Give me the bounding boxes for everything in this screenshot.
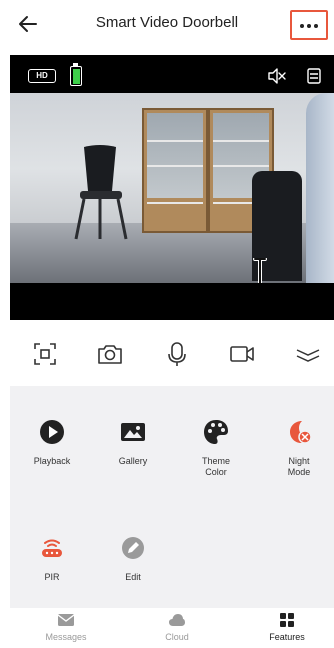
feature-label: Theme Color: [201, 456, 230, 477]
camera-icon: [98, 345, 122, 364]
scene-person: [306, 93, 334, 283]
feature-night-mode[interactable]: Night Mode: [264, 418, 334, 478]
more-dot-icon: [314, 24, 318, 28]
more-options-button[interactable]: [290, 10, 328, 40]
pir-icon: [42, 539, 62, 557]
messages-icon: [57, 614, 75, 626]
feature-pir[interactable]: PIR: [17, 534, 87, 583]
feature-label: Playback: [33, 456, 71, 466]
text-cursor-icon: [253, 258, 267, 283]
storage-list-icon[interactable]: [307, 68, 321, 84]
hd-quality-badge[interactable]: HD: [28, 69, 56, 83]
back-arrow-icon[interactable]: [16, 12, 40, 36]
feature-theme-color[interactable]: Theme Color: [181, 418, 251, 478]
features-grid-icon: [280, 613, 294, 627]
more-dot-icon: [300, 24, 304, 28]
screenshot-frame-button[interactable]: [31, 340, 59, 368]
video-bottom-bar: [10, 283, 334, 320]
feature-label: PIR: [44, 572, 60, 582]
nav-messages[interactable]: Messages: [21, 612, 111, 642]
edit-icon: [122, 537, 144, 559]
nav-label: Features: [269, 632, 305, 642]
gallery-icon: [121, 423, 145, 441]
speaker-muted-icon[interactable]: [268, 68, 286, 84]
collapse-chevron-icon: [296, 349, 320, 362]
page-title: Smart Video Doorbell: [95, 14, 239, 31]
features-panel: Playback Gallery Theme Color Night Mode: [10, 386, 334, 608]
snapshot-button[interactable]: [96, 340, 124, 368]
nav-label: Cloud: [165, 632, 189, 642]
nav-cloud[interactable]: Cloud: [132, 612, 222, 642]
video-control-bar: [0, 330, 334, 380]
more-dot-icon: [307, 24, 311, 28]
nav-features[interactable]: Features: [242, 612, 332, 642]
video-status-bar: HD: [10, 55, 334, 93]
collapse-button[interactable]: [294, 340, 322, 368]
scene-shelf: [142, 108, 208, 233]
app-header: Smart Video Doorbell: [0, 0, 334, 48]
cloud-icon: [169, 614, 185, 626]
night-mode-icon: [290, 421, 312, 444]
feature-edit[interactable]: Edit: [98, 534, 168, 583]
microphone-icon: [168, 342, 186, 366]
screenshot-frame-icon: [34, 343, 56, 365]
live-video-view[interactable]: HD: [10, 55, 334, 320]
video-record-icon: [230, 346, 254, 362]
palette-icon: [204, 420, 228, 444]
feature-label: Gallery: [118, 456, 148, 466]
feature-label: Night Mode: [287, 456, 311, 477]
nav-label: Messages: [45, 632, 87, 642]
record-button[interactable]: [228, 340, 256, 368]
scene-chair: [74, 145, 128, 240]
feature-label: Edit: [125, 572, 141, 582]
talk-button[interactable]: [163, 340, 191, 368]
bottom-navigation: Messages Cloud Features: [0, 608, 334, 648]
camera-scene: [10, 93, 334, 283]
play-icon: [40, 420, 64, 444]
battery-icon: [70, 63, 82, 86]
feature-gallery[interactable]: Gallery: [98, 418, 168, 467]
feature-playback[interactable]: Playback: [17, 418, 87, 467]
